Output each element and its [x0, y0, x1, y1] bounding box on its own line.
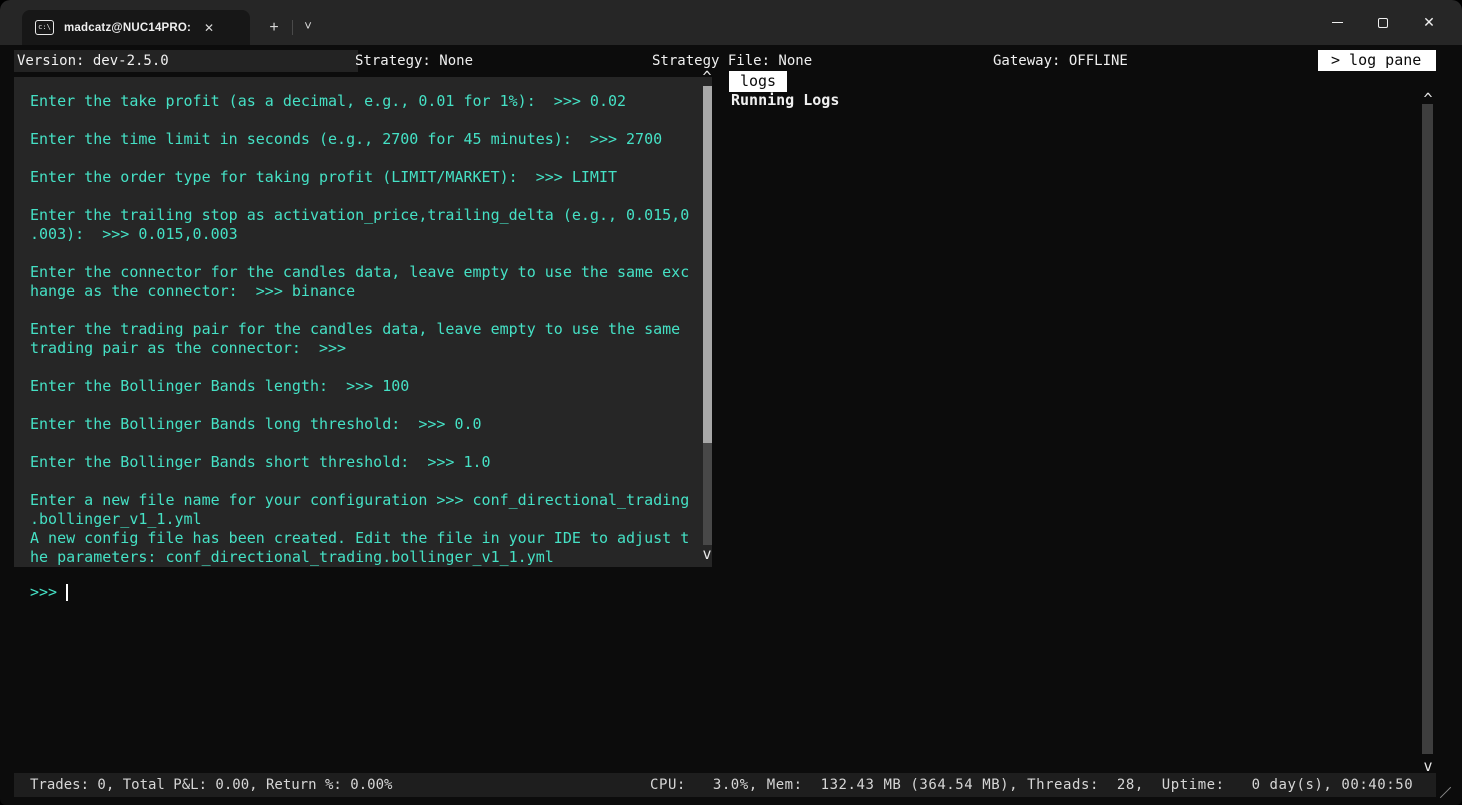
running-logs-title: Running Logs: [731, 91, 839, 110]
close-icon: ✕: [1423, 14, 1435, 31]
system-status: CPU: 3.0%, Mem: 132.43 MB (364.54 MB), T…: [650, 773, 1413, 797]
maximize-button[interactable]: [1360, 0, 1406, 45]
terminal-icon: c:\: [35, 20, 54, 35]
caption-buttons: ✕: [1314, 0, 1452, 45]
console-scroll-down-icon[interactable]: v: [701, 545, 713, 563]
maximize-icon: [1378, 18, 1388, 28]
strategy-file-label: Strategy File: None: [652, 52, 812, 71]
input-prompt: >>>: [30, 583, 57, 602]
gateway-label: Gateway: OFFLINE: [993, 52, 1128, 71]
title-bar: c:\ madcatz@NUC14PRO: ~/deve ✕ + ˅ ✕: [0, 0, 1462, 45]
chevron-down-icon[interactable]: ˅: [297, 16, 319, 38]
strategy-label: Strategy: None: [355, 52, 473, 71]
new-tab-button[interactable]: +: [262, 17, 286, 39]
trades-status: Trades: 0, Total P&L: 0.00, Return %: 0.…: [30, 773, 392, 797]
tab-close-icon[interactable]: ✕: [200, 19, 218, 37]
command-input[interactable]: >>>: [30, 583, 68, 603]
console-scrollbar-track[interactable]: [703, 443, 712, 545]
close-button[interactable]: ✕: [1406, 0, 1452, 45]
minimize-button[interactable]: [1314, 0, 1360, 45]
log-pane-toggle-button[interactable]: > log pane: [1318, 50, 1436, 71]
tab-title: madcatz@NUC14PRO: ~/deve: [64, 22, 192, 34]
status-bar: Trades: 0, Total P&L: 0.00, Return %: 0.…: [14, 773, 1436, 797]
terminal-window: c:\ madcatz@NUC14PRO: ~/deve ✕ + ˅ ✕ Ver…: [0, 0, 1462, 805]
text-cursor: [66, 584, 68, 601]
console-scroll-up-icon[interactable]: ^: [701, 68, 713, 86]
log-scrollbar-track[interactable]: [1422, 104, 1433, 754]
resize-grip[interactable]: [1440, 787, 1451, 798]
minimize-icon: [1332, 22, 1343, 23]
console-scrollbar-thumb[interactable]: [703, 86, 712, 443]
terminal-tab[interactable]: c:\ madcatz@NUC14PRO: ~/deve ✕: [22, 10, 250, 45]
console-output-text: Enter the take profit (as a decimal, e.g…: [30, 92, 689, 567]
tab-divider: [292, 20, 293, 35]
version-label: Version: dev-2.5.0: [17, 52, 169, 71]
console-output-pane: Enter the take profit (as a decimal, e.g…: [14, 77, 712, 567]
logs-tab[interactable]: logs: [729, 71, 787, 92]
